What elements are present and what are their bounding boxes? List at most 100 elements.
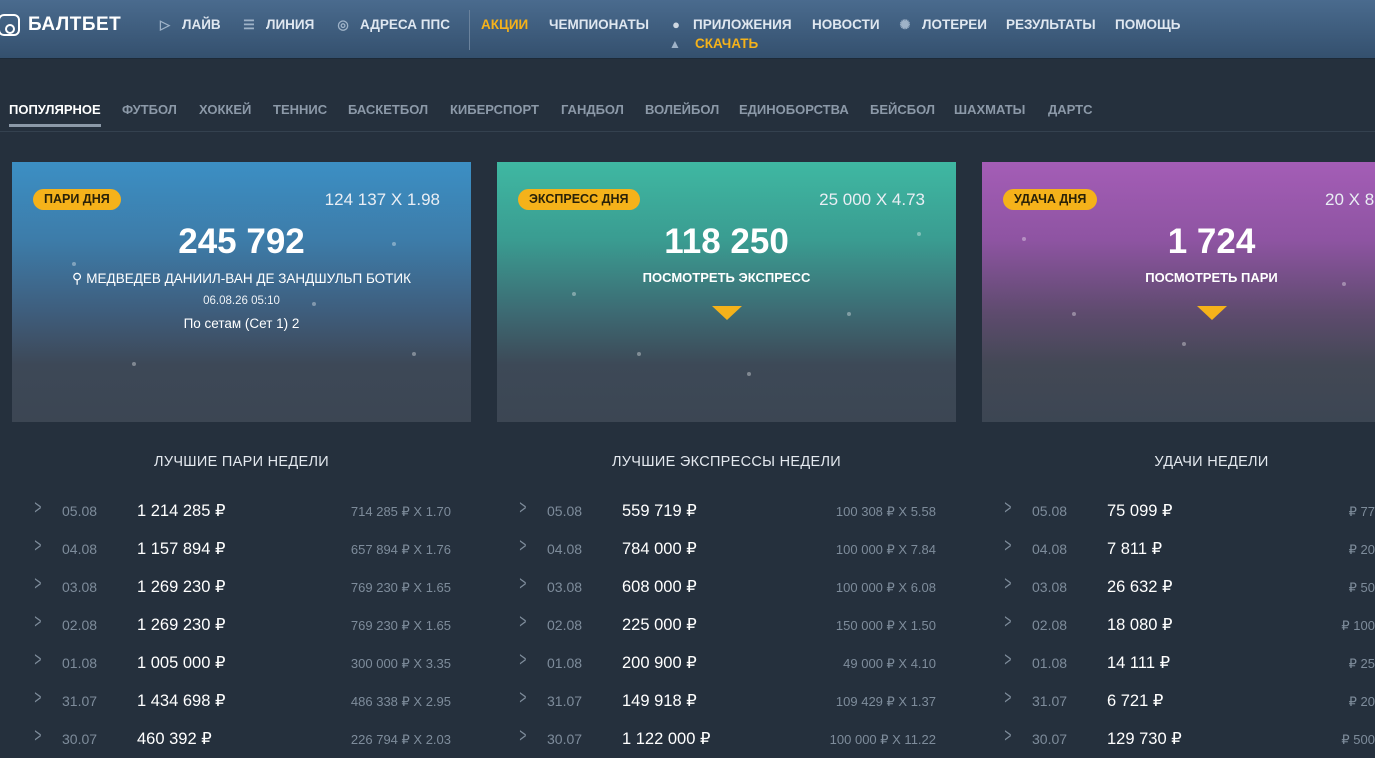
tab-volleyball[interactable]: ВОЛЕЙБОЛ [645, 102, 719, 117]
nav-championships[interactable]: ЧЕМПИОНАТЫ [549, 17, 649, 32]
row-multiplier: 50 ₽ [1348, 580, 1375, 595]
chevron-right-icon: > [519, 535, 527, 557]
nav-lotteries[interactable]: ✺ ЛОТЕРЕИ [898, 17, 987, 32]
table-row[interactable]: >31.07 6 721 ₽ 20 ₽ [982, 687, 1375, 731]
row-date: 01.08 [1032, 655, 1068, 671]
table-row[interactable]: >04.08 1 157 894 ₽ 657 894 ₽ X 1.76 [12, 535, 471, 579]
card-datetime: 06.08.26 05:10 [203, 295, 280, 307]
nav-addresses[interactable]: ◎ АДРЕСА ППС [336, 17, 450, 32]
luck-of-day-card[interactable]: УДАЧА ДНЯ 20 X 8 1 724 ПОСМОТРЕТЬ ПАРИ [982, 162, 1375, 422]
card-amount: 245 792 [178, 222, 305, 261]
tab-esports[interactable]: КИБЕРСПОРТ [450, 102, 539, 117]
table-row[interactable]: >05.08 75 099 ₽ 77 ₽ [982, 497, 1375, 541]
row-date: 04.08 [547, 541, 583, 557]
nav-results[interactable]: РЕЗУЛЬТАТЫ [1006, 17, 1096, 32]
logo-text: БАЛТБЕТ [28, 14, 122, 35]
table-row[interactable]: >02.08 225 000 ₽ 150 000 ₽ X 1.50 [497, 611, 956, 655]
row-amount: 129 730 ₽ [1107, 730, 1182, 748]
chevron-right-icon: > [519, 725, 527, 747]
row-multiplier: 714 285 ₽ X 1.70 [350, 504, 451, 519]
nav-news[interactable]: НОВОСТИ [812, 17, 880, 32]
table-row[interactable]: >02.08 18 080 ₽ 100 ₽ [982, 611, 1375, 655]
nav-lotteries-label: ЛОТЕРЕИ [922, 17, 987, 32]
logo-icon [0, 14, 20, 36]
brand-logo[interactable]: БАЛТБЕТ [0, 12, 121, 38]
view-express-link[interactable]: ПОСМОТРЕТЬ ЭКСПРЕСС [497, 270, 956, 285]
row-multiplier: 657 894 ₽ X 1.76 [350, 542, 451, 557]
row-amount: 149 918 ₽ [622, 692, 697, 710]
table-row[interactable]: >30.07 460 392 ₽ 226 794 ₽ X 2.03 [12, 725, 471, 758]
tab-baseball[interactable]: БЕЙСБОЛ [870, 102, 935, 117]
row-multiplier: 49 000 ₽ X 4.10 [843, 656, 936, 671]
nav-news-label: НОВОСТИ [812, 17, 880, 32]
row-multiplier: 500 ₽ [1341, 732, 1375, 747]
table-row[interactable]: >01.08 1 005 000 ₽ 300 000 ₽ X 3.35 [12, 649, 471, 693]
nav-line[interactable]: ☰ ЛИНИЯ [242, 17, 314, 32]
nav-championships-label: ЧЕМПИОНАТЫ [549, 17, 649, 32]
tab-popular[interactable]: ПОПУЛЯРНОЕ [9, 102, 101, 127]
tab-football[interactable]: ФУТБОЛ [122, 102, 177, 117]
row-date: 31.07 [62, 693, 98, 709]
chevron-right-icon: > [34, 497, 42, 519]
view-bet-link[interactable]: ПОСМОТРЕТЬ ПАРИ [982, 270, 1375, 285]
tab-handball[interactable]: ГАНДБОЛ [561, 102, 624, 117]
nav-help[interactable]: ПОМОЩЬ [1115, 17, 1180, 32]
expand-arrow-icon[interactable] [1197, 306, 1227, 320]
chevron-right-icon: > [34, 687, 42, 709]
table-row[interactable]: >05.08 1 214 285 ₽ 714 285 ₽ X 1.70 [12, 497, 471, 541]
row-amount: 784 000 ₽ [622, 540, 697, 558]
chevron-right-icon: > [519, 573, 527, 595]
table-row[interactable]: >01.08 14 111 ₽ 25 ₽ [982, 649, 1375, 693]
expand-arrow-icon[interactable] [712, 306, 742, 320]
chevron-right-icon: > [519, 497, 527, 519]
download-label: СКАЧАТЬ [695, 36, 759, 51]
download-link[interactable]: ▲ СКАЧАТЬ [669, 36, 758, 51]
card-multiplier: 20 X 8 [1325, 190, 1375, 209]
apple-icon: ● [672, 16, 680, 32]
nav-apps[interactable]: ● ПРИЛОЖЕНИЯ [669, 17, 792, 32]
row-amount: 1 214 285 ₽ [137, 502, 226, 520]
table-row[interactable]: >02.08 1 269 230 ₽ 769 230 ₽ X 1.65 [12, 611, 471, 655]
tennis-racket-icon: ⚲ [72, 270, 83, 286]
row-amount: 1 269 230 ₽ [137, 616, 226, 634]
tab-hockey[interactable]: ХОККЕЙ [199, 102, 251, 117]
table-row[interactable]: >31.07 1 434 698 ₽ 486 338 ₽ X 2.95 [12, 687, 471, 731]
row-multiplier: 100 000 ₽ X 11.22 [829, 732, 936, 747]
tab-martial-arts[interactable]: ЕДИНОБОРСТВА [739, 102, 849, 117]
express-of-day-card[interactable]: ЭКСПРЕСС ДНЯ 25 000 X 4.73 118 250 ПОСМО… [497, 162, 956, 422]
tab-basketball[interactable]: БАСКЕТБОЛ [348, 102, 428, 117]
row-multiplier: 769 230 ₽ X 1.65 [350, 618, 451, 633]
card-amount: 118 250 [664, 222, 789, 261]
table-row[interactable]: >04.08 784 000 ₽ 100 000 ₽ X 7.84 [497, 535, 956, 579]
best-bets-week-title: ЛУЧШИЕ ПАРИ НЕДЕЛИ [154, 454, 329, 470]
nav-live[interactable]: ▷ ЛАЙВ [158, 17, 221, 32]
table-row[interactable]: >05.08 559 719 ₽ 100 308 ₽ X 5.58 [497, 497, 956, 541]
bet-of-day-card[interactable]: ПАРИ ДНЯ 124 137 X 1.98 245 792 ⚲ МЕДВЕДЕ… [12, 162, 471, 422]
best-express-week-title: ЛУЧШИЕ ЭКСПРЕССЫ НЕДЕЛИ [611, 454, 842, 470]
row-amount: 1 005 000 ₽ [137, 654, 226, 672]
card-badge: ПАРИ ДНЯ [33, 189, 121, 210]
row-date: 04.08 [62, 541, 98, 557]
chevron-right-icon: > [1004, 687, 1012, 709]
table-row[interactable]: >03.08 1 269 230 ₽ 769 230 ₽ X 1.65 [12, 573, 471, 617]
card-event: ⚲ МЕДВЕДЕВ ДАНИИЛ-ВАН ДЕ ЗАНДШУЛЬП БОТИК [12, 270, 471, 287]
chevron-right-icon: > [519, 687, 527, 709]
nav-apps-label: ПРИЛОЖЕНИЯ [693, 17, 792, 32]
tab-chess[interactable]: ШАХМАТЫ [954, 102, 1025, 117]
table-row[interactable]: >30.07 129 730 ₽ 500 ₽ [982, 725, 1375, 758]
row-date: 31.07 [1032, 693, 1068, 709]
table-row[interactable]: >03.08 26 632 ₽ 50 ₽ [982, 573, 1375, 617]
table-row[interactable]: >01.08 200 900 ₽ 49 000 ₽ X 4.10 [497, 649, 956, 693]
nav-addresses-label: АДРЕСА ППС [360, 17, 450, 32]
table-row[interactable]: >30.07 1 122 000 ₽ 100 000 ₽ X 11.22 [497, 725, 956, 758]
nav-promotions[interactable]: АКЦИИ [481, 17, 528, 32]
table-row[interactable]: >03.08 608 000 ₽ 100 000 ₽ X 6.08 [497, 573, 956, 617]
table-row[interactable]: >04.08 7 811 ₽ 20 ₽ [982, 535, 1375, 579]
row-amount: 200 900 ₽ [622, 654, 697, 672]
luck-week-title: УДАЧИ НЕДЕЛИ [1154, 454, 1269, 470]
row-date: 30.07 [62, 731, 98, 747]
tab-darts[interactable]: ДАРТС [1048, 102, 1092, 117]
table-row[interactable]: >31.07 149 918 ₽ 109 429 ₽ X 1.37 [497, 687, 956, 731]
tab-tennis[interactable]: ТЕННИС [273, 102, 327, 117]
row-date: 31.07 [547, 693, 583, 709]
